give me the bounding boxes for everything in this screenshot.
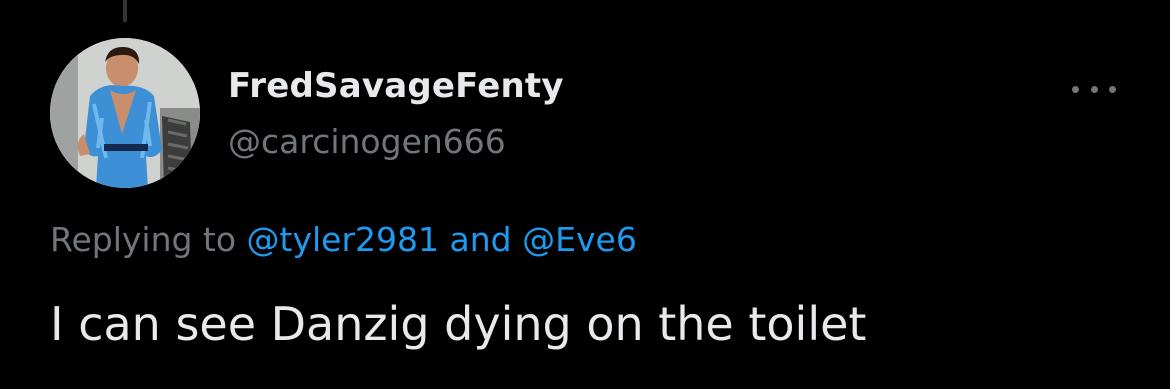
mention-link-eve6[interactable]: @Eve6 xyxy=(522,220,637,259)
ellipsis-icon[interactable] xyxy=(1072,74,1116,104)
profile-photo xyxy=(50,38,200,188)
mention-connector: and xyxy=(449,220,512,259)
thread-connector-line xyxy=(123,0,127,22)
replying-to-label: Replying to xyxy=(50,220,237,259)
ellipsis-dot xyxy=(1072,85,1079,93)
ellipsis-dot xyxy=(1109,85,1116,93)
ellipsis-dot xyxy=(1090,85,1098,93)
avatar[interactable] xyxy=(50,38,200,188)
replying-to-line: Replying to @tyler2981 and @Eve6 xyxy=(50,220,637,259)
author-display-name[interactable]: FredSavageFenty xyxy=(228,66,564,106)
author-handle[interactable]: @carcinogen666 xyxy=(228,122,506,161)
mention-link-tyler2981[interactable]: @tyler2981 xyxy=(247,220,440,259)
tweet-text: I can see Danzig dying on the toilet xyxy=(50,297,867,351)
